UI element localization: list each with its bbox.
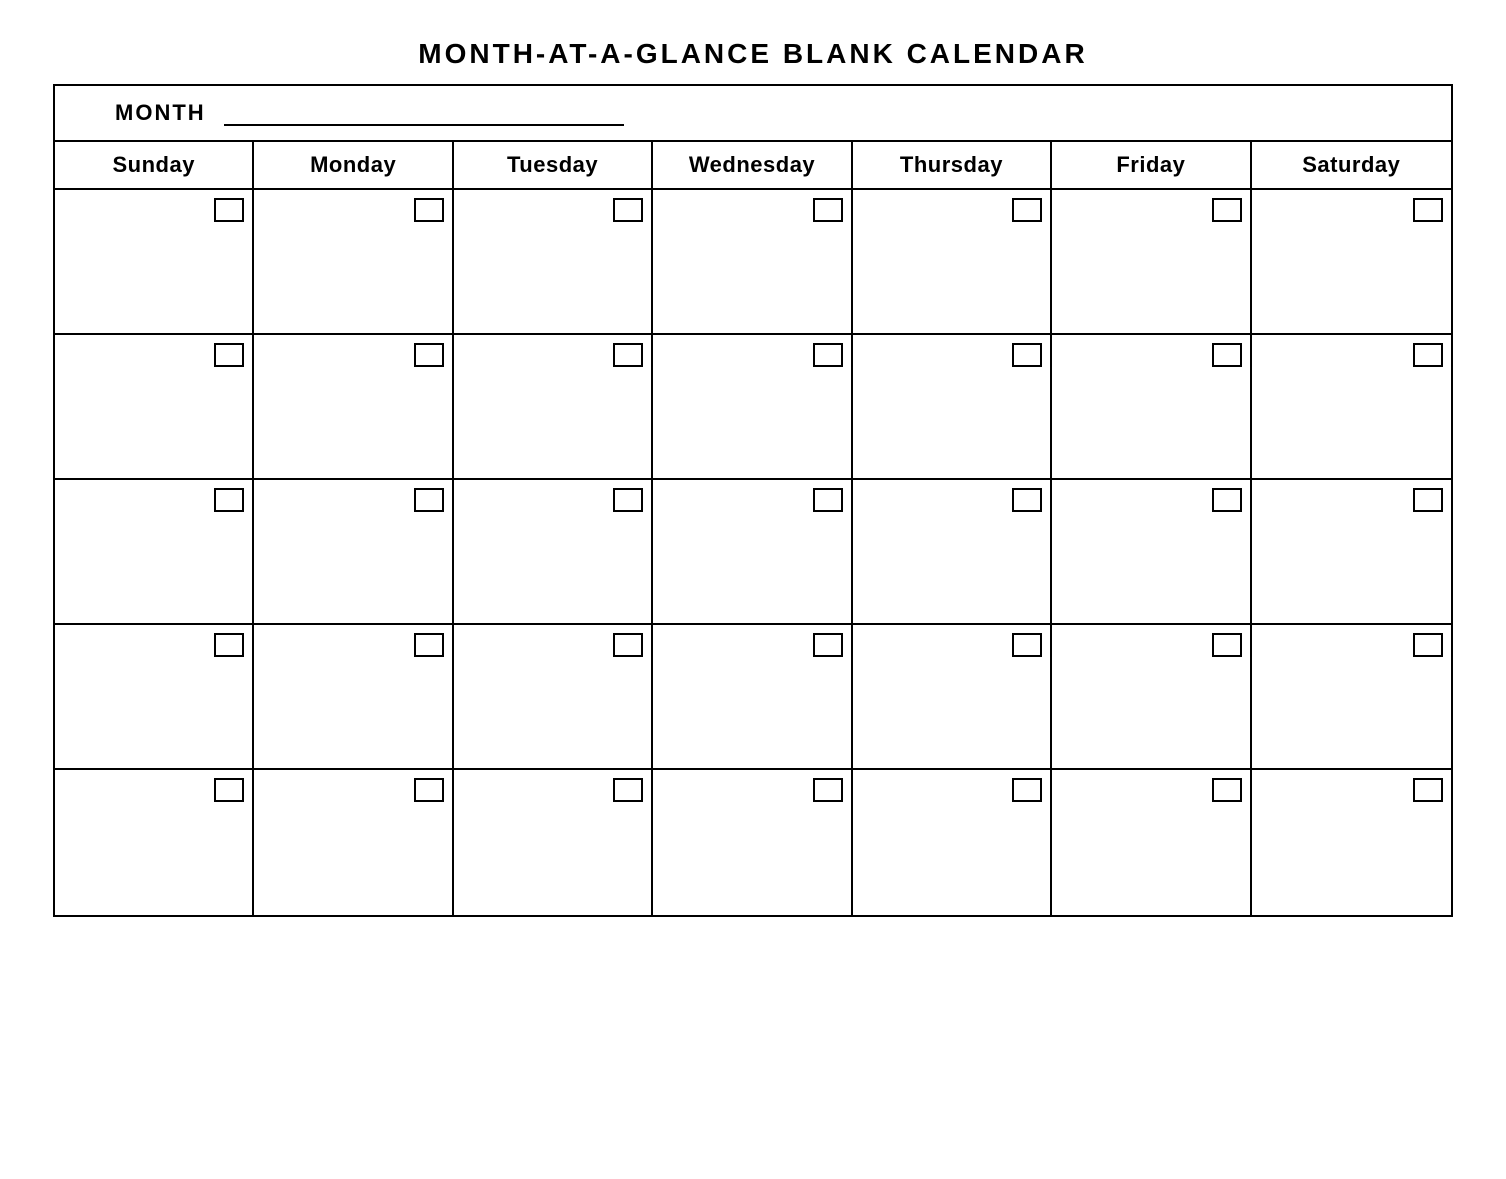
week-row-2 bbox=[55, 335, 1451, 480]
calendar-page: MONTH-AT-A-GLANCE BLANK CALENDAR MONTH S… bbox=[53, 20, 1453, 917]
date-box bbox=[813, 778, 843, 802]
cell-3-4[interactable] bbox=[653, 480, 852, 625]
cell-3-1[interactable] bbox=[55, 480, 254, 625]
cell-3-3[interactable] bbox=[454, 480, 653, 625]
day-header-thursday: Thursday bbox=[853, 142, 1052, 188]
cell-4-6[interactable] bbox=[1052, 625, 1251, 770]
cell-2-2[interactable] bbox=[254, 335, 453, 480]
date-box bbox=[214, 633, 244, 657]
date-box bbox=[613, 488, 643, 512]
cell-4-2[interactable] bbox=[254, 625, 453, 770]
date-box bbox=[1413, 778, 1443, 802]
date-box bbox=[613, 633, 643, 657]
cell-5-6[interactable] bbox=[1052, 770, 1251, 915]
date-box bbox=[214, 488, 244, 512]
date-box bbox=[214, 343, 244, 367]
calendar-body bbox=[55, 190, 1451, 915]
cell-5-2[interactable] bbox=[254, 770, 453, 915]
cell-3-6[interactable] bbox=[1052, 480, 1251, 625]
day-header-friday: Friday bbox=[1052, 142, 1251, 188]
date-box bbox=[1212, 778, 1242, 802]
week-row-4 bbox=[55, 625, 1451, 770]
date-box bbox=[1212, 343, 1242, 367]
cell-1-1[interactable] bbox=[55, 190, 254, 335]
date-box bbox=[613, 198, 643, 222]
date-box bbox=[414, 198, 444, 222]
date-box bbox=[1212, 198, 1242, 222]
cell-4-5[interactable] bbox=[853, 625, 1052, 770]
date-box bbox=[1212, 488, 1242, 512]
date-box bbox=[613, 343, 643, 367]
cell-2-5[interactable] bbox=[853, 335, 1052, 480]
date-box bbox=[414, 343, 444, 367]
cell-5-1[interactable] bbox=[55, 770, 254, 915]
cell-3-7[interactable] bbox=[1252, 480, 1451, 625]
month-label: MONTH bbox=[115, 100, 206, 125]
date-box bbox=[414, 778, 444, 802]
date-box bbox=[1413, 488, 1443, 512]
week-row-5 bbox=[55, 770, 1451, 915]
date-box bbox=[813, 633, 843, 657]
cell-2-3[interactable] bbox=[454, 335, 653, 480]
cell-5-3[interactable] bbox=[454, 770, 653, 915]
date-box bbox=[1413, 198, 1443, 222]
day-header-wednesday: Wednesday bbox=[653, 142, 852, 188]
cell-3-5[interactable] bbox=[853, 480, 1052, 625]
cell-3-2[interactable] bbox=[254, 480, 453, 625]
calendar-container: MONTH Sunday Monday Tuesday Wednesday Th… bbox=[53, 84, 1453, 917]
date-box bbox=[414, 488, 444, 512]
day-header-monday: Monday bbox=[254, 142, 453, 188]
month-line[interactable] bbox=[224, 124, 624, 126]
day-header-saturday: Saturday bbox=[1252, 142, 1451, 188]
date-box bbox=[613, 778, 643, 802]
week-row-1 bbox=[55, 190, 1451, 335]
cell-1-7[interactable] bbox=[1252, 190, 1451, 335]
cell-1-5[interactable] bbox=[853, 190, 1052, 335]
month-header: MONTH bbox=[55, 86, 1451, 142]
cell-4-3[interactable] bbox=[454, 625, 653, 770]
cell-5-5[interactable] bbox=[853, 770, 1052, 915]
date-box bbox=[214, 198, 244, 222]
date-box bbox=[813, 488, 843, 512]
day-header-tuesday: Tuesday bbox=[454, 142, 653, 188]
date-box bbox=[214, 778, 244, 802]
cell-1-2[interactable] bbox=[254, 190, 453, 335]
cell-5-4[interactable] bbox=[653, 770, 852, 915]
date-box bbox=[1012, 488, 1042, 512]
date-box bbox=[414, 633, 444, 657]
cell-2-7[interactable] bbox=[1252, 335, 1451, 480]
date-box bbox=[1012, 198, 1042, 222]
cell-2-1[interactable] bbox=[55, 335, 254, 480]
date-box bbox=[813, 343, 843, 367]
cell-4-7[interactable] bbox=[1252, 625, 1451, 770]
date-box bbox=[1012, 778, 1042, 802]
date-box bbox=[813, 198, 843, 222]
page-title: MONTH-AT-A-GLANCE BLANK CALENDAR bbox=[53, 20, 1453, 84]
cell-1-6[interactable] bbox=[1052, 190, 1251, 335]
date-box bbox=[1212, 633, 1242, 657]
cell-2-4[interactable] bbox=[653, 335, 852, 480]
cell-4-4[interactable] bbox=[653, 625, 852, 770]
days-header: Sunday Monday Tuesday Wednesday Thursday… bbox=[55, 142, 1451, 190]
cell-1-3[interactable] bbox=[454, 190, 653, 335]
cell-4-1[interactable] bbox=[55, 625, 254, 770]
date-box bbox=[1012, 343, 1042, 367]
date-box bbox=[1413, 633, 1443, 657]
day-header-sunday: Sunday bbox=[55, 142, 254, 188]
cell-2-6[interactable] bbox=[1052, 335, 1251, 480]
cell-1-4[interactable] bbox=[653, 190, 852, 335]
date-box bbox=[1413, 343, 1443, 367]
week-row-3 bbox=[55, 480, 1451, 625]
cell-5-7[interactable] bbox=[1252, 770, 1451, 915]
date-box bbox=[1012, 633, 1042, 657]
